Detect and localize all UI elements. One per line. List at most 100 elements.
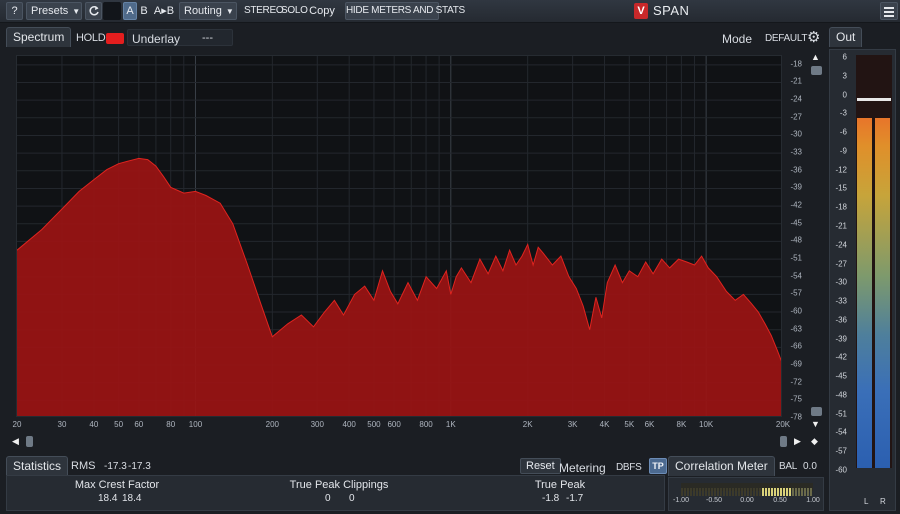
balance-label: BAL [779,461,798,472]
vertical-scroll-thumb-top[interactable] [811,66,822,75]
meter-right-channel [875,55,890,468]
zoom-reset-icon[interactable]: ◆ [811,436,818,446]
help-button[interactable]: ? [6,2,23,20]
correlation-segment [789,488,791,496]
output-meter [856,55,892,468]
db-tick-label: -42 [790,200,802,210]
true-peak-right: -1.7 [566,493,584,504]
mode-selector[interactable]: DEFAULT [765,33,807,44]
balance-value: 0.0 [803,461,817,472]
correlation-meter: -1.00 -0.50 0.00 0.50 1.00 [668,477,824,511]
underlay-value: --- [202,32,213,44]
preset-b-button[interactable]: B [137,2,151,20]
freq-tick-label: 300 [310,420,324,429]
freq-tick-label: 400 [342,420,356,429]
freq-tick-label: 20K [775,420,791,429]
freq-tick-label: 40 [89,420,99,429]
correlation-segment [702,488,704,496]
clippings-left: 0 [325,493,331,504]
spectrum-area [17,158,781,416]
db-tick-label: -30 [790,129,802,139]
logo-icon: V [634,3,648,19]
gear-icon[interactable]: ⚙ [807,28,820,46]
db-tick-label: -57 [790,288,802,298]
meter-right-fill [875,117,890,468]
scroll-left-icon[interactable]: ◀ [12,436,19,446]
metering-mode-selector[interactable]: DBFS [616,462,642,473]
meter-scale-label: -48 [835,390,847,400]
correlation-segment [744,488,746,496]
correlation-segment [777,488,779,496]
meter-left-fill [857,117,872,468]
routing-button[interactable]: Routing ▼ [179,2,237,20]
true-peak-left: -1.8 [542,493,560,504]
tab-statistics[interactable]: Statistics [6,456,69,476]
vertical-scrollbar[interactable]: ▲ ▼ [809,52,824,430]
mode-label: Mode [722,32,753,46]
menu-icon[interactable] [880,2,898,20]
correlation-segment [690,488,692,496]
db-tick-label: -24 [790,94,802,104]
tab-spectrum[interactable]: Spectrum [6,27,72,47]
hold-label[interactable]: HOLD [76,32,106,44]
undo-slot[interactable] [103,2,121,20]
correlation-segment [687,488,689,496]
correlation-segment [714,488,716,496]
correlation-segment [780,488,782,496]
freq-tick-label: 20 [12,420,22,429]
clippings-right: 0 [349,493,355,504]
reset-stats-button[interactable]: Reset [520,458,561,474]
db-tick-label: -18 [790,59,802,69]
db-tick-label: -63 [790,324,802,334]
meter-scale-label: -57 [835,446,847,456]
rms-label: RMS [71,460,96,472]
db-tick-label: -54 [790,271,802,281]
correlation-segment [786,488,788,496]
db-tick-label: -60 [790,306,802,316]
correlation-panel: Correlation Meter BAL 0.0 -1.00 -0.50 0.00… [668,455,824,511]
horizontal-scrollbar[interactable]: ◀ ▶ ◆ [10,434,824,449]
preset-a-button[interactable]: A [123,2,137,20]
meter-scale-label: 6 [842,52,847,62]
freq-tick-label: 3K [567,420,578,429]
meter-scale-label: -27 [835,259,847,268]
vertical-scroll-thumb-bottom[interactable] [811,407,822,416]
hold-color-swatch[interactable] [106,33,124,44]
routing-label: Routing [184,5,222,17]
correlation-segment [750,488,752,496]
hide-meters-button[interactable]: HIDE METERS AND STATS [345,2,465,20]
correlation-segment [729,488,731,496]
db-tick-label: -36 [790,165,802,175]
tab-correlation[interactable]: Correlation Meter [668,456,775,476]
scroll-up-icon[interactable]: ▲ [811,52,820,62]
correlation-tick-label: -1.00 [673,497,689,504]
statistics-values: Max Crest Factor 18.4 18.4 True Peak Cli… [6,475,665,511]
stereo-button[interactable]: STEREO [243,2,284,20]
copy-button[interactable]: Copy [308,2,336,20]
presets-button[interactable]: Presets ▼ [26,2,82,20]
correlation-segment [759,488,761,496]
correlation-segment [726,488,728,496]
correlation-tick-label: 0.00 [740,497,754,504]
horizontal-scroll-thumb-right[interactable] [780,436,787,447]
correlation-segment [783,488,785,496]
copy-a-to-b-button[interactable]: A▸B [152,2,176,20]
correlation-segment [684,488,686,496]
horizontal-scroll-thumb-left[interactable] [26,436,33,447]
db-tick-label: -39 [790,182,802,192]
correlation-segment [693,488,695,496]
app-title: SPAN [653,3,690,18]
correlation-segment [681,488,683,496]
peak-hold-marker [857,97,891,101]
correlation-segment [756,488,758,496]
scroll-right-icon[interactable]: ▶ [794,436,801,446]
correlation-segment [696,488,698,496]
true-peak-toggle[interactable]: TP [649,458,667,474]
correlation-segment [747,488,749,496]
meter-left-label: L [864,497,869,506]
solo-button[interactable]: SOLO [280,2,308,20]
meter-scale-label: -30 [835,277,847,287]
reset-icon[interactable] [85,2,102,20]
scroll-down-icon[interactable]: ▼ [811,419,820,429]
spectrum-plot[interactable] [16,55,782,417]
